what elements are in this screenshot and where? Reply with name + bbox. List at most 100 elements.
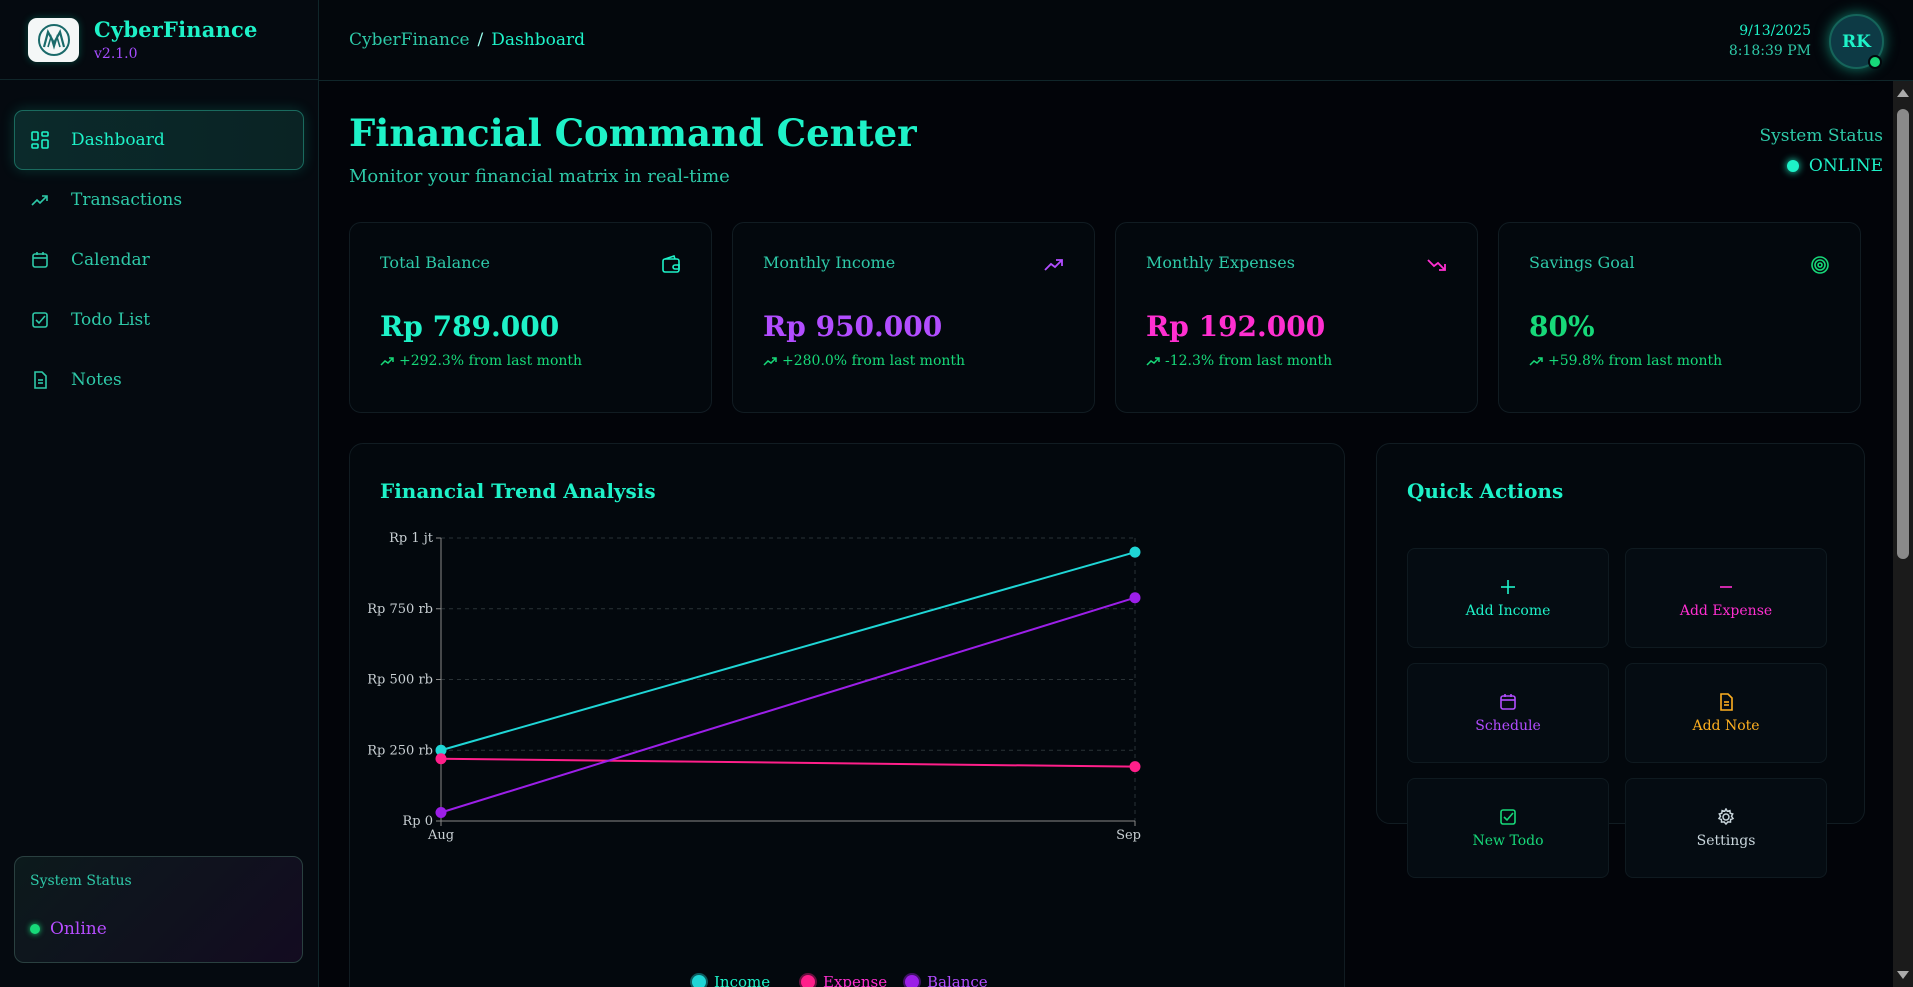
sidebar-item-label: Notes: [71, 370, 122, 390]
sidebar-item-notes[interactable]: Notes: [14, 350, 304, 410]
calendar-icon: [30, 250, 50, 270]
data-point-expense: [1129, 761, 1141, 773]
data-point-income: [1129, 546, 1141, 558]
calendar-icon: [1498, 692, 1518, 712]
card-delta-text: +280.0% from last month: [782, 353, 966, 369]
avatar-initials: RK: [1842, 31, 1871, 52]
header-status-label: System Status: [1759, 126, 1883, 146]
data-point-expense: [435, 753, 447, 765]
add-income-label: Add Income: [1465, 603, 1551, 619]
y-tick-label: Rp 0: [402, 814, 433, 829]
sidebar-item-label: Calendar: [71, 250, 150, 270]
card-delta-text: +59.8% from last month: [1548, 353, 1723, 369]
add-expense-label: Add Expense: [1679, 603, 1773, 619]
sidebar-nav: Dashboard Transactions Calendar Todo Lis…: [0, 80, 318, 410]
y-tick-label: Rp 250 rb: [367, 743, 433, 758]
new-todo-button[interactable]: New Todo: [1407, 778, 1609, 878]
sidebar-item-dashboard[interactable]: Dashboard: [14, 110, 304, 170]
app-version: v2.1.0: [94, 46, 138, 62]
card-delta: +59.8% from last month: [1529, 353, 1830, 369]
page-subtitle: Monitor your financial matrix in real-ti…: [349, 166, 730, 187]
settings-button[interactable]: Settings: [1625, 778, 1827, 878]
status-dot: [30, 924, 40, 934]
sidebar-item-transactions[interactable]: Transactions: [14, 170, 304, 230]
system-status-value: Online: [50, 919, 107, 939]
breadcrumb-current: Dashboard: [491, 30, 585, 50]
online-indicator: [1868, 55, 1882, 69]
sidebar-item-calendar[interactable]: Calendar: [14, 230, 304, 290]
status-dot: [1786, 160, 1799, 172]
avatar[interactable]: RK: [1829, 14, 1884, 69]
clock: 9/13/2025 8:18:39 PM: [1729, 21, 1811, 61]
series-line-expense: [440, 757, 1136, 768]
chart-panel: Financial Trend Analysis Rp 0 Rp 250 rb Rp…: [349, 443, 1345, 987]
new-todo-label: New Todo: [1472, 833, 1544, 849]
legend-label-balance: Balance: [927, 973, 988, 987]
page-title: Financial Command Center: [349, 111, 917, 155]
add-note-label: Add Note: [1692, 718, 1760, 734]
legend-marker-expense: [799, 973, 817, 987]
app-title: CyberFinance: [94, 17, 258, 42]
page-scrollbar[interactable]: [1893, 81, 1913, 987]
y-tick-label: Rp 1 jt: [389, 531, 434, 546]
schedule-button[interactable]: Schedule: [1407, 663, 1609, 763]
breadcrumb-root[interactable]: CyberFinance: [349, 30, 470, 50]
note-icon: [1716, 692, 1736, 712]
y-tick-label: Rp 500 rb: [367, 673, 433, 688]
header-status-value: ONLINE: [1786, 156, 1883, 176]
card-value: Rp 950.000: [763, 310, 943, 343]
legend-label-income: Income: [714, 973, 770, 987]
stat-card-monthly-expenses: Monthly Expenses Rp 192.000 -12.3% from …: [1115, 222, 1478, 413]
stat-card-savings-goal: Savings Goal 80% +59.8% from last month: [1498, 222, 1861, 413]
scroll-thumb[interactable]: [1897, 109, 1909, 559]
note-icon: [30, 370, 50, 390]
card-delta: +292.3% from last month: [380, 353, 681, 369]
card-value: Rp 192.000: [1146, 310, 1326, 343]
target-icon: [1811, 256, 1829, 274]
quick-actions-title: Quick Actions: [1407, 479, 1564, 503]
data-point-balance: [1129, 592, 1141, 604]
logo-icon: [37, 23, 70, 56]
trending-up-icon: [30, 190, 50, 210]
wallet-icon: [662, 255, 680, 273]
add-income-button[interactable]: Add Income: [1407, 548, 1609, 648]
header-status-text: ONLINE: [1808, 156, 1883, 176]
trending-up-icon: [1146, 357, 1160, 366]
series-line-balance: [440, 596, 1136, 814]
x-tick-label: Sep: [1116, 828, 1141, 843]
card-title: Monthly Expenses: [1146, 253, 1295, 272]
add-expense-button[interactable]: Add Expense: [1625, 548, 1827, 648]
card-delta: +280.0% from last month: [763, 353, 1064, 369]
trending-up-icon: [763, 357, 777, 366]
card-title: Total Balance: [380, 253, 490, 272]
minus-icon: [1716, 577, 1736, 597]
quick-actions-panel: Quick Actions Add Income Add Expense Sch…: [1376, 443, 1865, 878]
add-note-button[interactable]: Add Note: [1625, 663, 1827, 763]
checkbox-icon: [1498, 807, 1518, 827]
main-content: Financial Command Center Monitor your fi…: [319, 81, 1893, 987]
sidebar-item-label: Todo List: [71, 310, 151, 330]
trending-up-icon: [1044, 259, 1063, 271]
sidebar: CyberFinance v2.1.0 Dashboard Transactio…: [0, 0, 319, 987]
clock-date: 9/13/2025: [1739, 23, 1811, 39]
dashboard-icon: [30, 130, 50, 150]
gear-icon: [1716, 807, 1736, 827]
checkbox-icon: [30, 310, 50, 330]
card-title: Monthly Income: [763, 253, 896, 272]
card-value: Rp 789.000: [380, 310, 560, 343]
stat-card-total-balance: Total Balance Rp 789.000 +292.3% from la…: [349, 222, 712, 413]
sidebar-item-todo[interactable]: Todo List: [14, 290, 304, 350]
sidebar-item-label: Transactions: [71, 190, 183, 210]
scroll-up-arrow-icon[interactable]: [1897, 89, 1909, 97]
trending-down-icon: [1427, 259, 1446, 271]
breadcrumb: CyberFinance / Dashboard: [349, 30, 585, 50]
series-line-income: [440, 551, 1136, 752]
trending-up-icon: [380, 357, 394, 366]
scroll-down-arrow-icon[interactable]: [1897, 971, 1909, 979]
legend-marker-income: [690, 973, 708, 987]
logo[interactable]: [28, 17, 79, 62]
legend-marker-balance: [903, 973, 921, 987]
card-delta-text: -12.3% from last month: [1165, 353, 1333, 369]
system-status-title: System Status: [30, 873, 132, 889]
trending-up-icon: [1529, 357, 1543, 366]
